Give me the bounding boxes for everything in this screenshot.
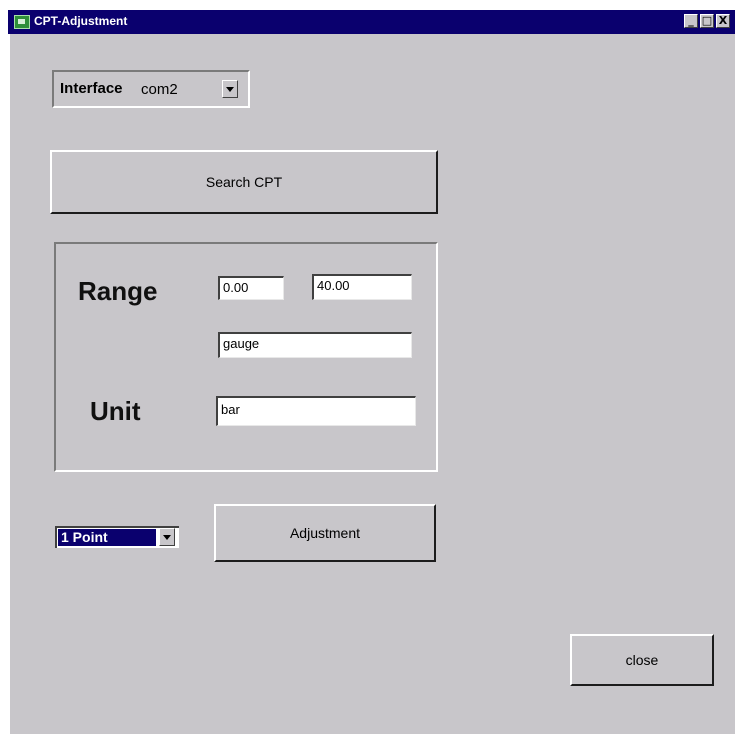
interface-dropdown[interactable]: com2 <box>138 80 242 102</box>
range-max-field[interactable]: 40.00 <box>312 274 412 300</box>
chevron-down-icon[interactable] <box>222 80 238 98</box>
interface-selected-value: com2 <box>141 81 178 98</box>
pressure-type-field[interactable]: gauge <box>218 332 412 358</box>
point-selected-value: 1 Point <box>58 529 156 546</box>
adjustment-button[interactable]: Adjustment <box>214 504 436 562</box>
app-icon <box>14 15 30 29</box>
search-cpt-label: Search CPT <box>205 174 283 190</box>
interface-label: Interface <box>60 80 123 97</box>
window-title: CPT-Adjustment <box>34 14 128 28</box>
title-bar[interactable]: CPT-Adjustment _ □ X <box>8 10 735 34</box>
minimize-button[interactable]: _ <box>684 14 698 28</box>
chevron-down-icon[interactable] <box>159 528 175 546</box>
close-label: close <box>625 652 659 668</box>
close-window-button[interactable]: X <box>716 14 730 28</box>
point-dropdown[interactable]: 1 Point <box>55 526 179 548</box>
range-label: Range <box>78 276 158 306</box>
search-cpt-button[interactable]: Search CPT <box>50 150 438 214</box>
unit-field[interactable]: bar <box>216 396 416 426</box>
adjustment-label: Adjustment <box>289 525 361 541</box>
range-min-field[interactable]: 0.00 <box>218 276 284 300</box>
unit-label: Unit <box>90 396 141 426</box>
close-button[interactable]: close <box>570 634 714 686</box>
maximize-button[interactable]: □ <box>700 14 714 28</box>
